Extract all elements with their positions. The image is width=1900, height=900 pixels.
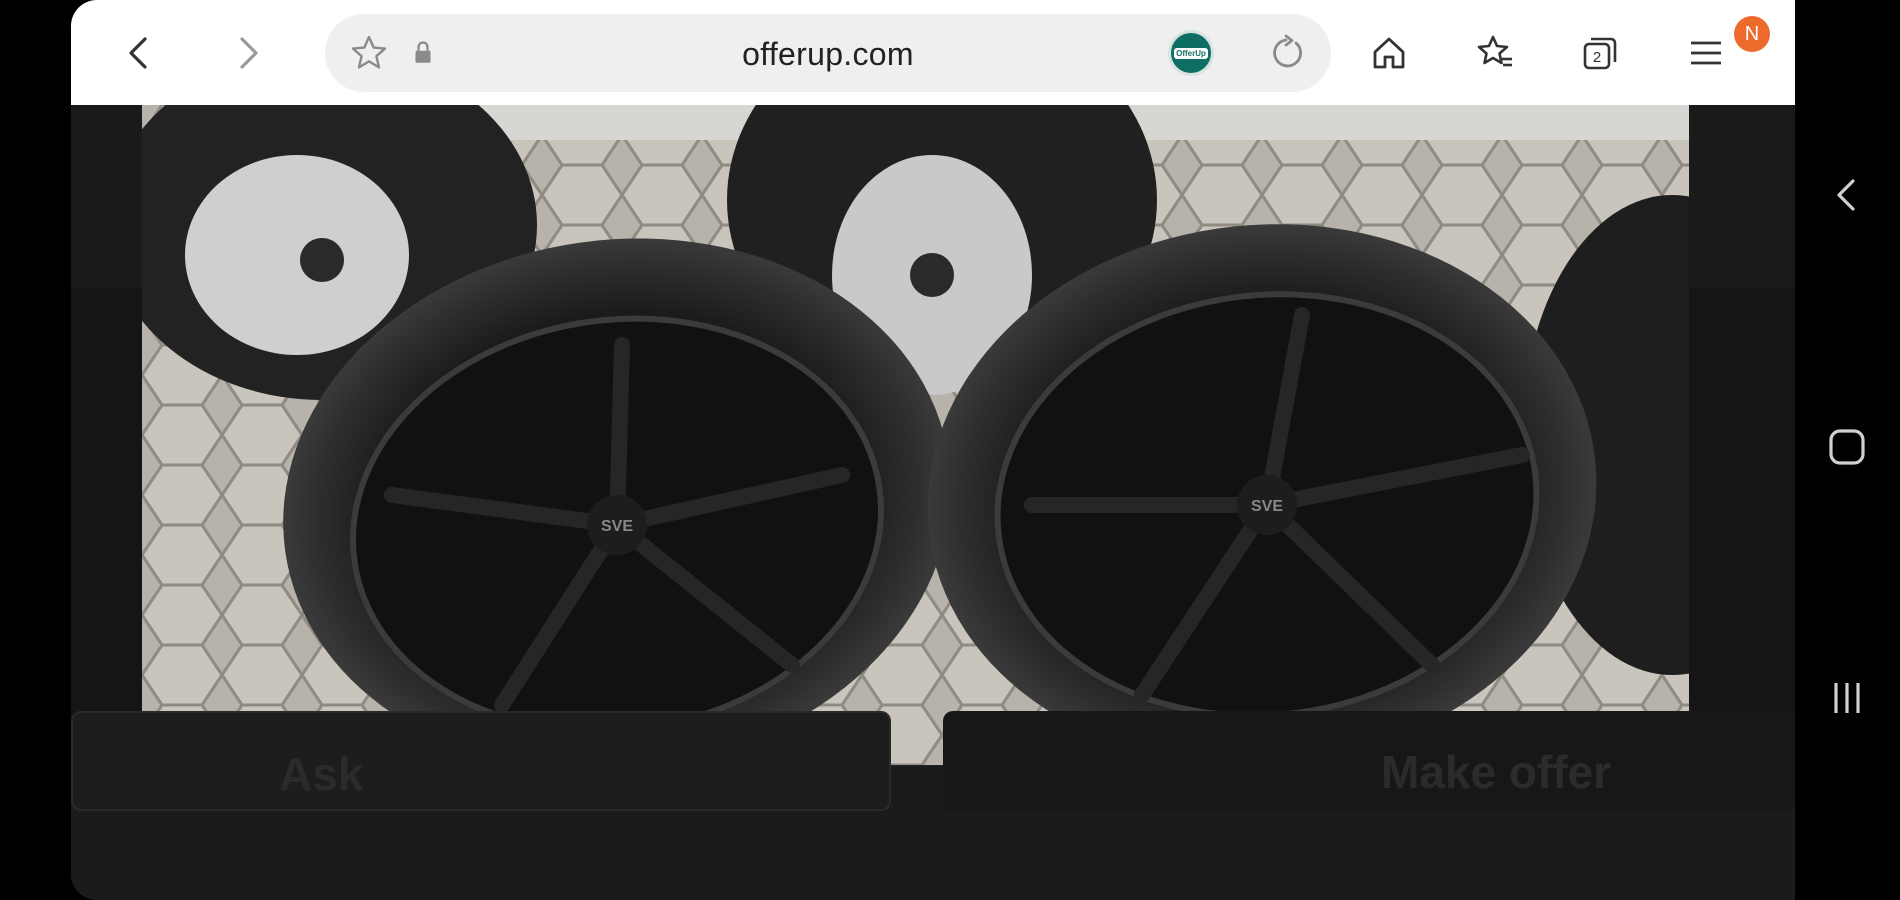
reload-button[interactable] — [1255, 22, 1317, 84]
back-button[interactable] — [108, 22, 170, 84]
listing-photo[interactable]: SVE SVE — [142, 105, 1689, 765]
ask-button-label: Ask — [279, 748, 364, 800]
reload-icon — [1273, 34, 1302, 68]
make-offer-label: Make offer — [1381, 746, 1612, 798]
make-offer-button[interactable]: Make offer — [943, 711, 1795, 811]
system-home-button[interactable] — [1817, 417, 1877, 477]
bookmarks-button[interactable] — [1464, 22, 1526, 84]
system-home-icon — [1829, 429, 1865, 465]
offerup-extension-icon[interactable]: OfferUp — [1168, 30, 1214, 76]
chevron-right-icon — [240, 37, 258, 69]
tabs-icon: 2 — [1583, 37, 1617, 70]
home-icon — [1373, 37, 1405, 69]
browser-toolbar: offerup.com OfferUp 2 N — [71, 0, 1795, 105]
ask-button[interactable]: Ask — [71, 711, 891, 811]
device-screen: offerup.com OfferUp 2 N SVE SVE Ask Make… — [0, 0, 1900, 900]
notification-badge: N — [1734, 16, 1770, 52]
system-recents-icon — [1834, 683, 1860, 713]
home-button[interactable] — [1358, 22, 1420, 84]
wheel-logo-left: SVE — [601, 518, 633, 535]
tab-count: 2 — [1593, 49, 1601, 66]
menu-button[interactable] — [1675, 22, 1737, 84]
system-recents-button[interactable] — [1817, 668, 1877, 728]
wheels-image: SVE SVE — [142, 105, 1689, 765]
system-back-icon — [1837, 179, 1855, 211]
chevron-left-icon — [129, 37, 147, 69]
star-list-icon — [1477, 35, 1512, 67]
system-back-button[interactable] — [1817, 165, 1877, 225]
extension-label: OfferUp — [1174, 47, 1208, 59]
forward-button[interactable] — [217, 22, 279, 84]
menu-icon — [1691, 41, 1721, 65]
tabs-button[interactable]: 2 — [1569, 22, 1631, 84]
browser-window: offerup.com OfferUp 2 N SVE SVE Ask Make… — [71, 0, 1795, 900]
wheel-logo-right: SVE — [1251, 498, 1283, 515]
system-nav-bar — [1795, 0, 1900, 900]
